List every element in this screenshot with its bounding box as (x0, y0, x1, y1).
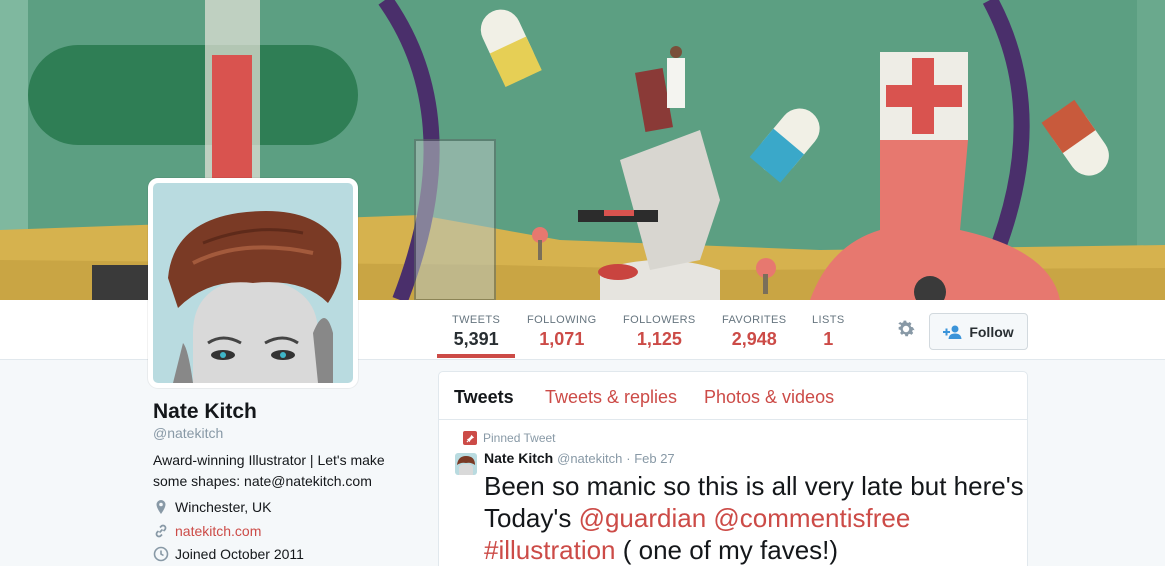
follow-label: Follow (969, 323, 1014, 340)
stat-value: 2,948 (731, 329, 777, 349)
profile-bio: Award-winning Illustrator | Let's make s… (153, 452, 385, 489)
stat-label: FOLLOWING (527, 314, 597, 326)
location-text: Winchester, UK (175, 499, 272, 515)
location-pin-icon (156, 500, 166, 514)
tweet-header: Nate Kitch @natekitch · Feb 27 (484, 450, 675, 466)
tweet-text: Been so manic so this is all very late b… (484, 470, 1024, 566)
timeline-panel: Tweets Tweets & replies Photos & videos … (438, 371, 1028, 566)
tweet-text-part: ( one of my faves!) (615, 535, 839, 565)
link-icon (155, 524, 167, 538)
joined-text: Joined October 2011 (175, 546, 304, 562)
avatar-image (153, 183, 353, 383)
pinned-text: Pinned Tweet (483, 431, 556, 445)
tweet-author-avatar[interactable] (455, 453, 477, 475)
stat-tweets[interactable]: TWEETS 5,391 (436, 314, 516, 358)
stat-label: FOLLOWERS (623, 314, 696, 326)
stat-following[interactable]: FOLLOWING 1,071 (527, 314, 597, 350)
profile-location: Winchester, UK (153, 499, 271, 515)
follow-button[interactable]: Follow (929, 313, 1028, 350)
stat-label: TWEETS (452, 314, 501, 326)
stat-label: LISTS (812, 314, 845, 326)
clock-icon (153, 546, 169, 562)
profile-name[interactable]: Nate Kitch (153, 400, 257, 424)
stat-label: FAVORITES (722, 314, 787, 326)
stat-value: 1,125 (636, 329, 682, 349)
add-user-icon (943, 325, 962, 339)
stat-value: 5,391 (453, 329, 499, 349)
website-link[interactable]: natekitch.com (175, 523, 261, 539)
profile-handle[interactable]: @natekitch (153, 425, 223, 441)
mention-guardian[interactable]: @guardian (579, 503, 707, 533)
hashtag-illustration[interactable]: #illustration (484, 535, 616, 565)
tab-photos-videos[interactable]: Photos & videos (704, 387, 834, 408)
stat-value: 1,071 (539, 329, 585, 349)
tweet-author-name[interactable]: Nate Kitch (484, 450, 553, 466)
pin-icon (463, 431, 477, 445)
tab-tweets[interactable]: Tweets (454, 387, 514, 408)
tweet-date[interactable]: · Feb 27 (626, 451, 674, 466)
stat-followers[interactable]: FOLLOWERS 1,125 (623, 314, 696, 350)
mention-commentisfree[interactable]: @commentisfree (713, 503, 910, 533)
tab-tweets-replies[interactable]: Tweets & replies (545, 387, 677, 408)
profile-joined: Joined October 2011 (153, 546, 304, 562)
stat-favorites[interactable]: FAVORITES 2,948 (722, 314, 787, 350)
pinned-tweet-label: Pinned Tweet (463, 431, 556, 445)
timeline-tabs: Tweets Tweets & replies Photos & videos (439, 372, 1027, 420)
tweet-author-handle[interactable]: @natekitch (557, 451, 622, 466)
stat-value: 1 (823, 329, 834, 349)
profile-website[interactable]: natekitch.com (153, 523, 261, 539)
stat-lists[interactable]: LISTS 1 (812, 314, 845, 350)
profile-avatar[interactable] (148, 178, 358, 388)
gear-icon[interactable] (895, 318, 917, 340)
